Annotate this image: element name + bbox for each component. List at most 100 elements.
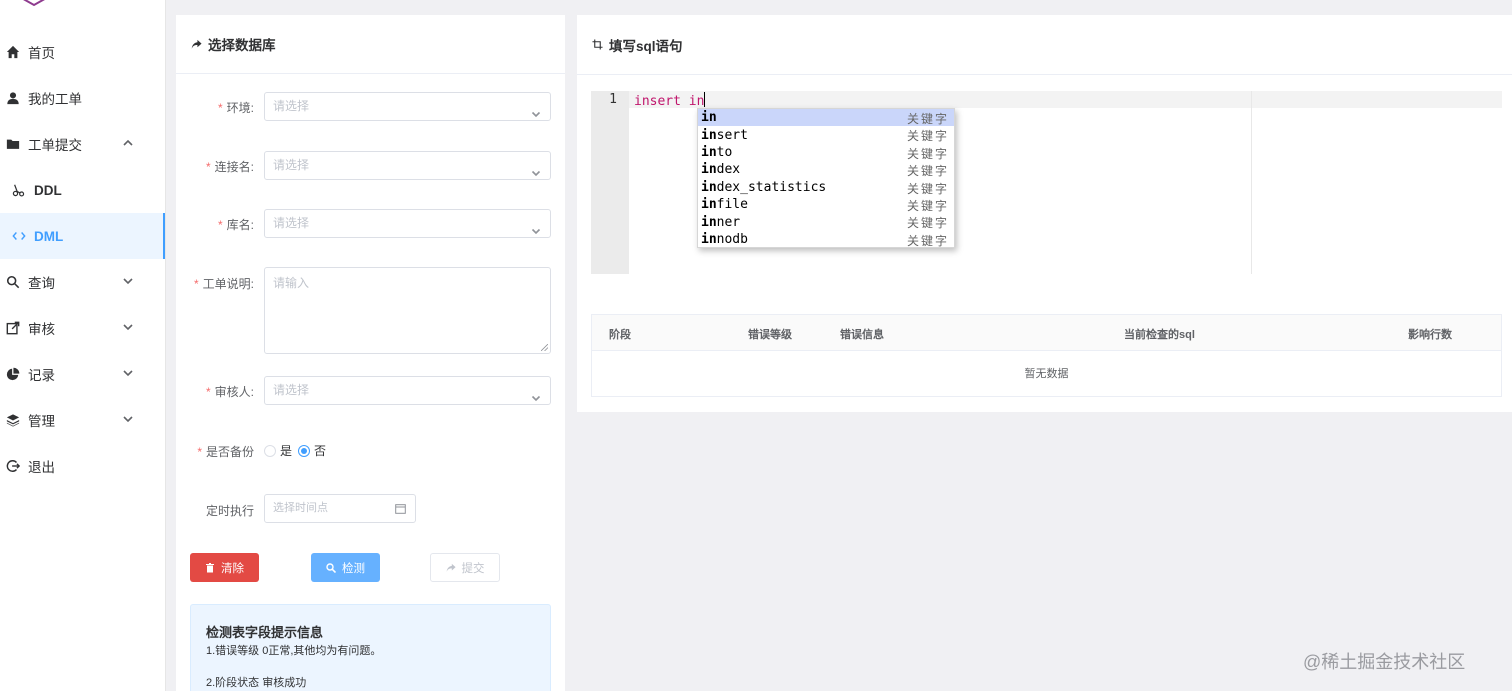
autocomplete-item[interactable]: in sert 关键字	[698, 126, 954, 144]
folder-icon	[5, 136, 21, 152]
sidebar-item-label: 记录	[28, 368, 55, 383]
reviewer-select[interactable]: 请选择	[264, 376, 551, 405]
autocomplete-item[interactable]: in 关键字	[698, 109, 954, 127]
sidebar-item-label: 我的工单	[28, 92, 82, 107]
sidebar-item-logout[interactable]: 退出	[0, 443, 165, 489]
search-icon	[326, 562, 336, 573]
logo-icon	[23, 0, 45, 7]
backup-yes-radio[interactable]: 是	[264, 442, 292, 459]
code-line[interactable]: insert in	[634, 92, 706, 109]
line-number: 1	[609, 92, 617, 107]
chevron-down-icon	[531, 161, 541, 177]
sql-editor-panel: 填写sql语句 1 insert in in 关键字 in sert 关键字 in to…	[577, 15, 1512, 412]
check-tips-box: 检测表字段提示信息 1.错误等级 0正常,其他均为有问题。 2.阶段状态 审核成…	[190, 604, 551, 691]
tip-line: 2.阶段状态 审核成功	[206, 677, 307, 689]
autocomplete-popup: in 关键字 in sert 关键字 in to 关键字 in dex 关键字 in dex_s…	[697, 108, 955, 248]
sidebar-item-label: 管理	[28, 414, 55, 429]
pie-chart-icon	[5, 366, 21, 382]
backup-no-radio[interactable]: 否	[298, 442, 326, 459]
check-button[interactable]: 检测	[311, 553, 380, 582]
chevron-down-icon	[122, 367, 134, 379]
sidebar-item-label: 查询	[28, 276, 55, 291]
panel-title: 填写sql语句	[609, 38, 683, 54]
tip-title: 检测表字段提示信息	[206, 625, 324, 640]
table-header: 阶段 错误等级 错误信息 当前检查的sql 影响行数	[592, 315, 1501, 351]
autocomplete-item[interactable]: in dex_statistics 关键字	[698, 179, 954, 196]
share-arrow-icon	[446, 563, 456, 572]
chevron-down-icon	[122, 321, 134, 333]
check-result-table: 阶段 错误等级 错误信息 当前检查的sql 影响行数 暂无数据	[591, 314, 1502, 397]
chevron-down-icon	[531, 386, 541, 402]
sidebar-item-label: DDL	[34, 182, 62, 198]
sidebar-item-review[interactable]: 审核	[0, 305, 165, 351]
select-database-panel: 选择数据库 * 环境: 请选择 * 连接名: 请选择 * 库名: 请选择 * 工单说明:…	[176, 15, 565, 691]
backup-radio-group: 是 否	[264, 442, 332, 459]
sidebar: 首页 我的工单 工单提交 DDL DML 查询 审核 记录 管理 退出	[0, 0, 166, 691]
sql-code-editor[interactable]: 1 insert in in 关键字 in sert 关键字 in to 关键字 in de…	[591, 91, 1502, 274]
sidebar-item-dml[interactable]: DML	[0, 213, 165, 259]
sidebar-item-label: 首页	[28, 46, 55, 61]
typed-text: in	[688, 94, 705, 109]
calendar-icon	[395, 504, 406, 514]
chevron-down-icon	[122, 275, 134, 287]
chevron-up-icon	[122, 137, 134, 149]
clear-button[interactable]: 清除	[190, 553, 259, 582]
tip-line: 1.错误等级 0正常,其他均为有问题。	[206, 645, 382, 657]
column-header: 错误信息	[840, 329, 884, 341]
sidebar-item-home[interactable]: 首页	[0, 29, 165, 75]
database-select[interactable]: 请选择	[264, 209, 551, 238]
edit-icon	[5, 320, 21, 336]
sidebar-item-query[interactable]: 查询	[0, 259, 165, 305]
form-label: * 工单说明:	[193, 277, 254, 291]
sidebar-item-manage[interactable]: 管理	[0, 397, 165, 443]
autocomplete-item[interactable]: in nodb 关键字	[698, 231, 954, 248]
connection-select[interactable]: 请选择	[264, 151, 551, 180]
resize-handle-icon[interactable]	[541, 344, 548, 351]
autocomplete-item[interactable]: in to 关键字	[698, 144, 954, 161]
column-header: 错误等级	[748, 329, 792, 341]
sidebar-item-records[interactable]: 记录	[0, 351, 165, 397]
form-label: * 库名:	[217, 218, 254, 232]
scissors-icon	[11, 182, 27, 198]
sidebar-item-label: 工单提交	[28, 138, 82, 153]
chevron-down-icon	[531, 102, 541, 118]
empty-state-text: 暂无数据	[1024, 368, 1069, 380]
watermark: @稀土掘金技术社区	[1303, 652, 1466, 672]
text-cursor	[704, 92, 706, 107]
autocomplete-item[interactable]: in file 关键字	[698, 196, 954, 213]
editor-gutter: 1	[591, 91, 629, 274]
sql-keyword: insert	[634, 94, 681, 109]
form-label: * 环境:	[217, 101, 254, 115]
sidebar-item-ticket-submit[interactable]: 工单提交	[0, 121, 165, 167]
autocomplete-item[interactable]: in dex 关键字	[698, 161, 954, 178]
home-icon	[5, 44, 21, 60]
schedule-datetime-input[interactable]: 选择时间点	[264, 494, 416, 523]
crop-icon	[592, 39, 604, 51]
sidebar-item-label: DML	[34, 228, 64, 244]
search-icon	[5, 274, 21, 290]
form-label: * 连接名:	[205, 160, 254, 174]
form-label: * 是否备份	[197, 445, 254, 459]
column-header: 影响行数	[1408, 329, 1452, 341]
env-select[interactable]: 请选择	[264, 92, 551, 121]
user-icon	[5, 90, 21, 106]
submit-button[interactable]: 提交	[430, 553, 500, 582]
share-arrow-icon	[191, 38, 203, 50]
layers-icon	[5, 412, 21, 428]
description-textarea[interactable]: 请输入	[264, 267, 551, 354]
sidebar-item-label: 审核	[28, 322, 55, 337]
panel-header: 填写sql语句	[577, 15, 1512, 75]
sidebar-item-ddl[interactable]: DDL	[0, 167, 165, 213]
autocomplete-item[interactable]: in ner 关键字	[698, 213, 954, 231]
column-header: 当前检查的sql	[1124, 329, 1195, 341]
panel-title: 选择数据库	[208, 38, 276, 53]
form-label: * 审核人:	[205, 385, 254, 399]
form-label: 定时执行	[205, 504, 254, 518]
sidebar-item-label: 退出	[28, 460, 55, 475]
column-header: 阶段	[609, 329, 631, 341]
trash-icon	[206, 562, 214, 572]
sidebar-item-my-tickets[interactable]: 我的工单	[0, 75, 165, 121]
chevron-down-icon	[122, 413, 134, 425]
logout-icon	[5, 458, 21, 474]
code-icon	[11, 228, 27, 244]
